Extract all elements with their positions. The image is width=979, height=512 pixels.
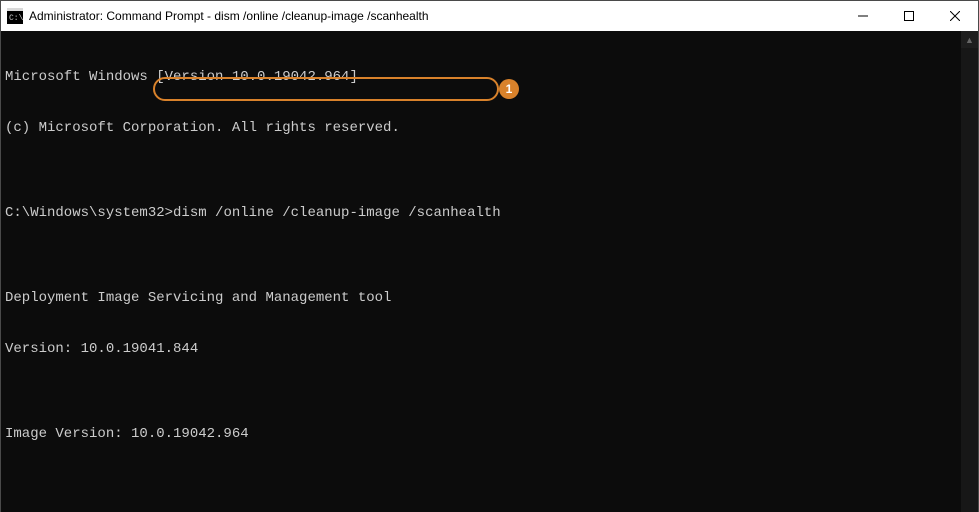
terminal-line: Version: 10.0.19041.844 (5, 341, 957, 358)
command-prompt-window: C:\ Administrator: Command Prompt - dism… (0, 0, 979, 512)
window-title: Administrator: Command Prompt - dism /on… (29, 9, 840, 23)
window-controls (840, 1, 978, 31)
terminal[interactable]: Microsoft Windows [Version 10.0.19042.96… (1, 31, 961, 512)
close-button[interactable] (932, 1, 978, 31)
terminal-line: Deployment Image Servicing and Managemen… (5, 290, 957, 307)
titlebar[interactable]: C:\ Administrator: Command Prompt - dism… (1, 1, 978, 31)
terminal-line: Image Version: 10.0.19042.964 (5, 426, 957, 443)
terminal-line: Microsoft Windows [Version 10.0.19042.96… (5, 69, 957, 86)
minimize-button[interactable] (840, 1, 886, 31)
client-area: Microsoft Windows [Version 10.0.19042.96… (1, 31, 978, 512)
maximize-button[interactable] (886, 1, 932, 31)
cmd-icon: C:\ (7, 8, 23, 24)
terminal-line: (c) Microsoft Corporation. All rights re… (5, 120, 957, 137)
prompt: C:\Windows\system32> (5, 205, 173, 221)
terminal-prompt-line: C:\Windows\system32>dism /online /cleanu… (5, 205, 957, 222)
scroll-up-arrow-icon[interactable]: ▲ (961, 31, 978, 48)
vertical-scrollbar[interactable]: ▲ ▼ (961, 31, 978, 512)
typed-command: dism /online /cleanup-image /scanhealth (173, 205, 501, 221)
svg-text:C:\: C:\ (9, 14, 23, 23)
scroll-track[interactable] (961, 48, 978, 512)
